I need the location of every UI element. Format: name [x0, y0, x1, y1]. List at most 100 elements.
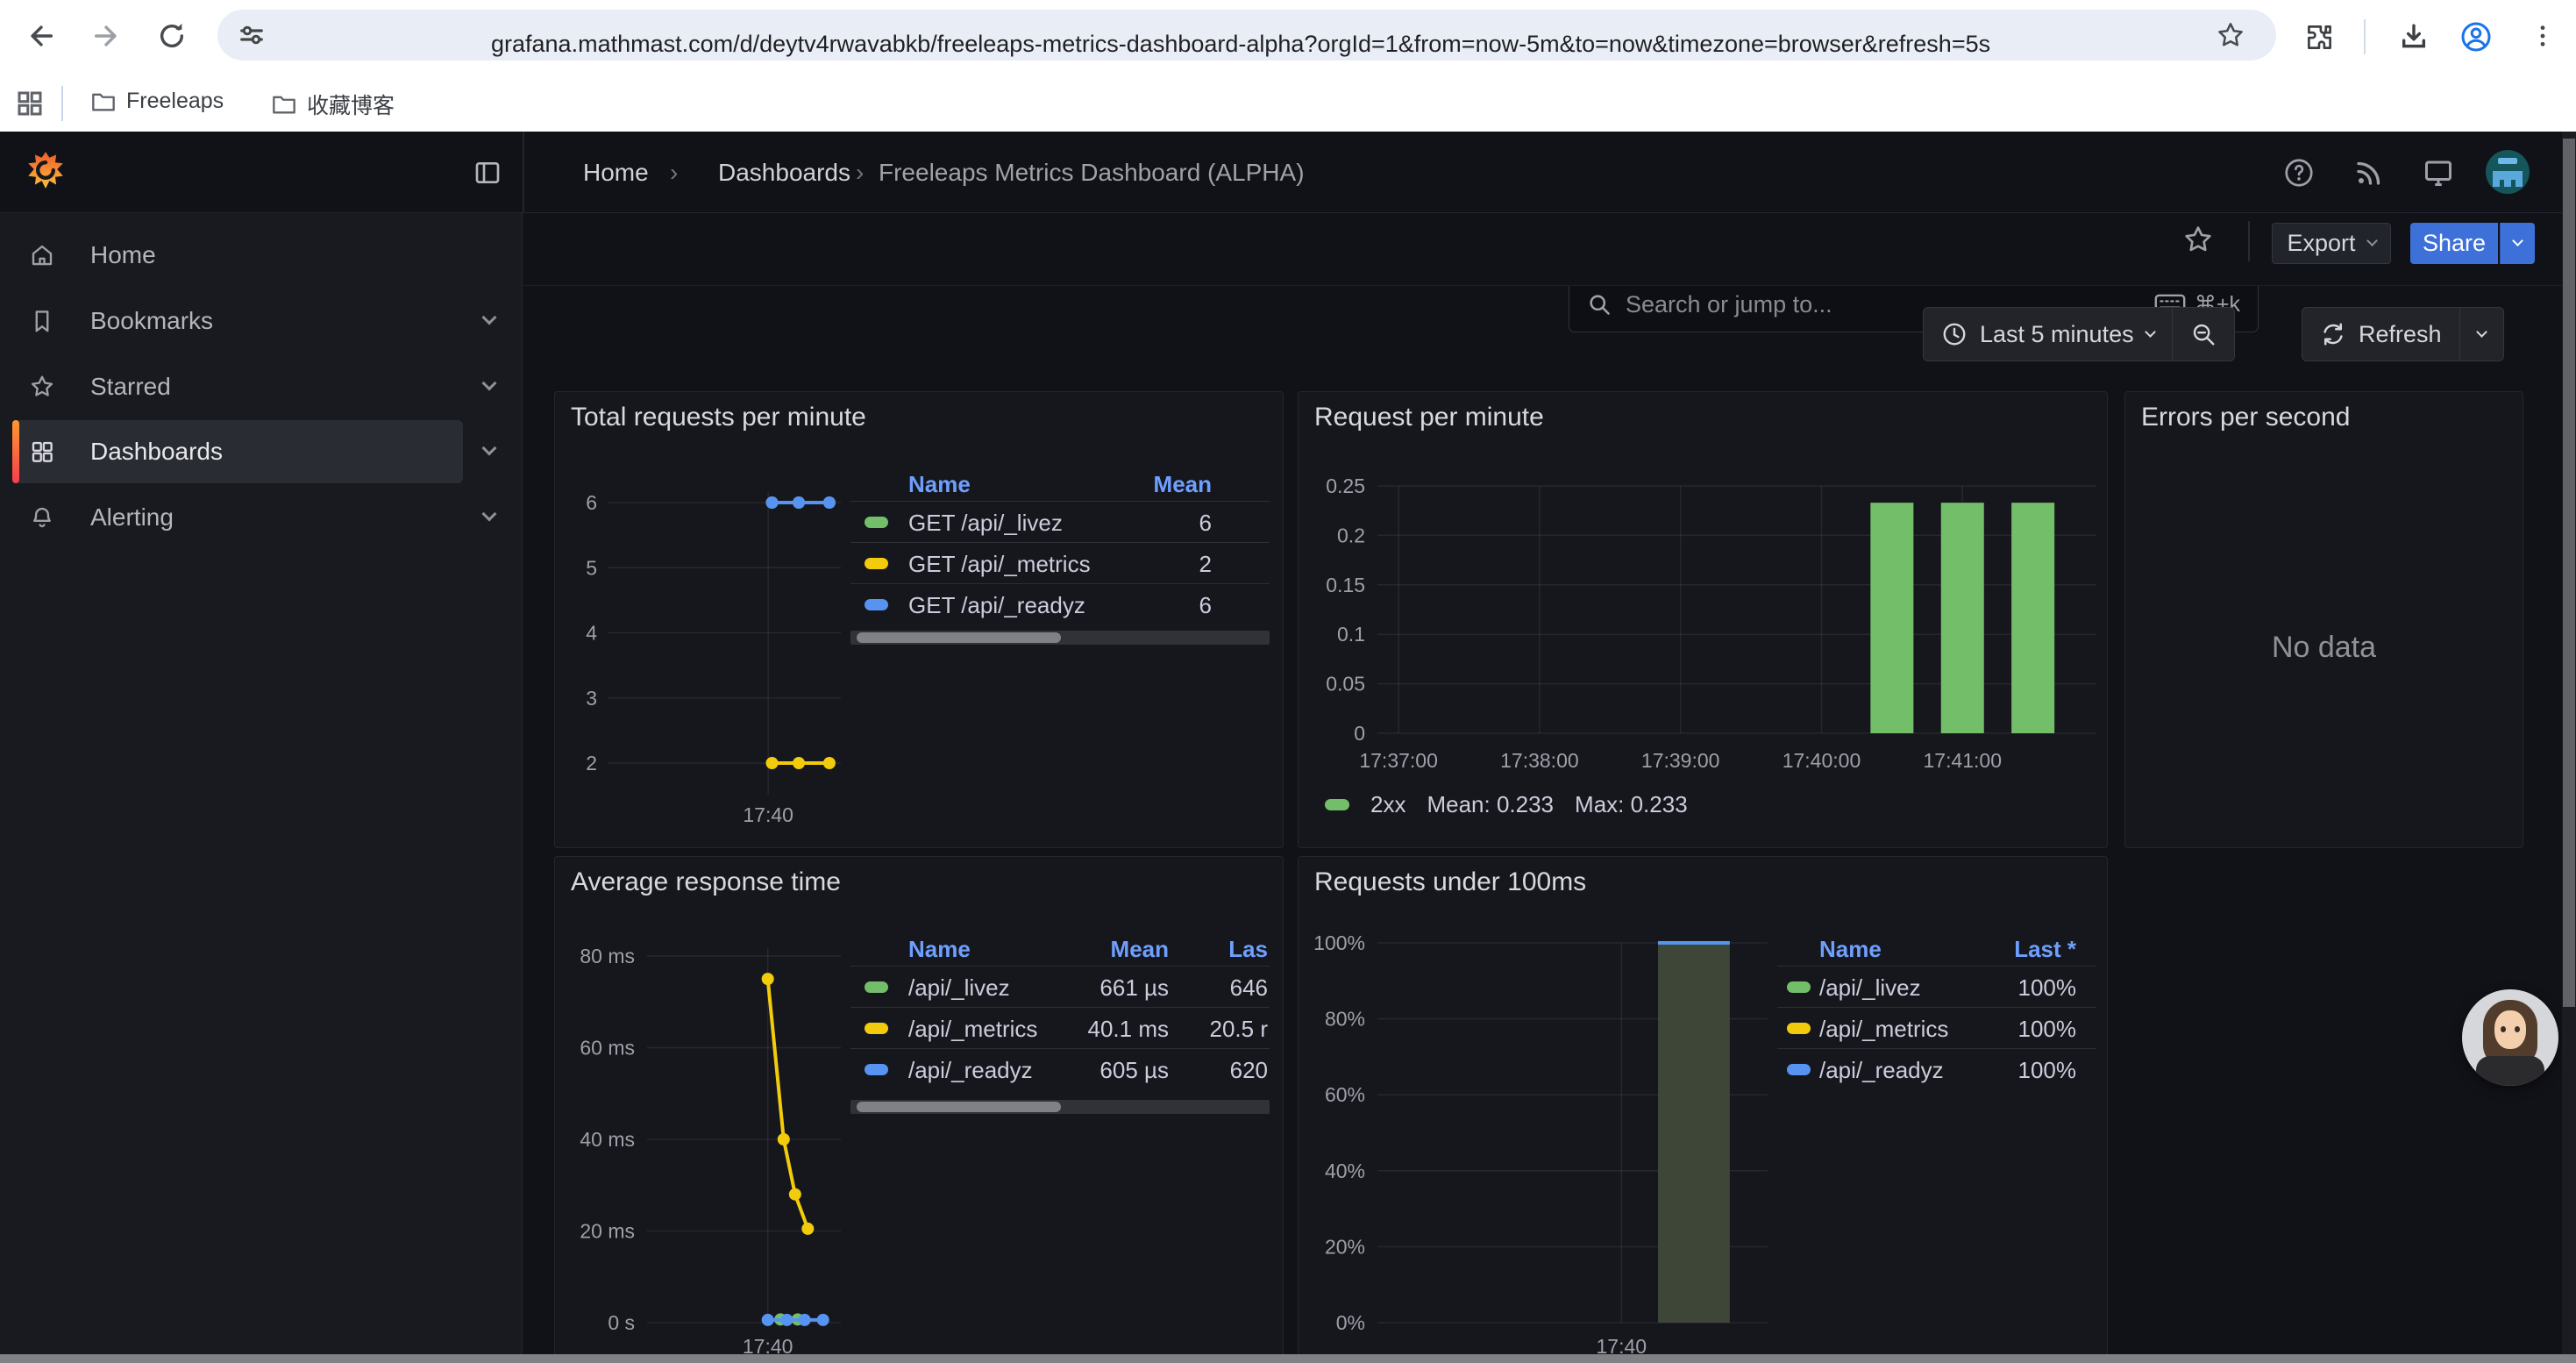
selected-highlight	[12, 420, 463, 483]
col-name[interactable]: Name	[1819, 936, 1882, 963]
svg-text:20 ms: 20 ms	[580, 1220, 635, 1243]
chevron-down-icon[interactable]	[482, 310, 497, 325]
legend-row[interactable]: /api/_livez 100%	[1777, 966, 2096, 1007]
legend-row[interactable]: GET /api/_readyz 6	[850, 583, 1270, 624]
col-last[interactable]: Las	[1228, 936, 1268, 963]
breadcrumb-home[interactable]: Home	[583, 159, 649, 187]
legend-row[interactable]: /api/_metrics 100%	[1777, 1007, 2096, 1048]
profile-icon[interactable]	[2460, 21, 2492, 53]
legend-table: Name Last * /api/_livez 100% /api/_metri…	[1777, 929, 2096, 1089]
time-range-group: Last 5 minutes	[1923, 307, 2235, 361]
col-last[interactable]: Last *	[2014, 936, 2076, 963]
panel-under-100ms: Requests under 100ms 100%80%60%40%20%0%1…	[1298, 856, 2108, 1363]
chevron-down-icon[interactable]	[482, 441, 497, 456]
site-settings-icon[interactable]	[238, 22, 265, 48]
favorite-star-icon[interactable]	[2183, 225, 2213, 254]
omnibox[interactable]	[217, 10, 2276, 61]
breadcrumb-dashboards[interactable]: Dashboards	[718, 159, 850, 187]
bookmark-folder-freeleaps[interactable]: Freeleaps	[91, 89, 224, 114]
browser-menu-icon[interactable]	[2529, 22, 2557, 50]
breadcrumb-current: Freeleaps Metrics Dashboard (ALPHA)	[879, 159, 1305, 187]
svg-text:0: 0	[1354, 722, 1365, 745]
selected-accent-bar	[12, 420, 19, 483]
share-button[interactable]: Share	[2410, 223, 2498, 264]
legend-header: Name Last *	[1777, 929, 2096, 966]
legend-header: Name Mean Las	[850, 929, 1270, 966]
refresh-interval-dropdown[interactable]	[2460, 308, 2503, 360]
legend-row[interactable]: /api/_livez 661 µs 646	[850, 966, 1270, 1007]
series-color-pill	[865, 599, 888, 610]
url-input[interactable]	[491, 31, 2402, 58]
home-icon	[29, 242, 55, 268]
sidebar-item-home[interactable]: Home	[0, 224, 523, 287]
series-color-pill	[1787, 1064, 1811, 1075]
assistant-avatar[interactable]	[2462, 989, 2558, 1086]
sidebar-item-bookmarks[interactable]: Bookmarks	[0, 289, 523, 353]
legend-row[interactable]: GET /api/_livez 6	[850, 501, 1270, 542]
grafana-logo[interactable]	[26, 149, 65, 191]
avatar-face	[2494, 1010, 2526, 1049]
breadcrumb-separator: ›	[856, 159, 864, 187]
dock-menu-icon[interactable]	[473, 159, 502, 187]
svg-text:17:39:00: 17:39:00	[1641, 749, 1720, 772]
avatar-body	[2476, 1056, 2544, 1086]
user-avatar[interactable]	[2486, 150, 2530, 194]
bookmarks-separator	[61, 86, 63, 121]
browser-toolbar	[0, 0, 2576, 74]
time-range-picker[interactable]: Last 5 minutes	[1924, 308, 2172, 360]
zoom-out-icon	[2190, 321, 2217, 347]
download-icon[interactable]	[2399, 22, 2429, 52]
chevron-down-icon	[2512, 235, 2523, 246]
panel-title[interactable]: Errors per second	[2141, 403, 2350, 432]
chevron-down-icon	[2366, 235, 2378, 246]
legend-row[interactable]: /api/_readyz 605 µs 620	[850, 1048, 1270, 1089]
sidebar-item-alerting[interactable]: Alerting	[0, 486, 523, 549]
forward-icon[interactable]	[91, 21, 121, 51]
series-color-pill	[865, 1064, 888, 1075]
svg-text:20%: 20%	[1325, 1235, 1365, 1258]
legend-row[interactable]: /api/_readyz 100%	[1777, 1048, 2096, 1089]
bookmark-folder-blogs[interactable]: 收藏博客	[272, 89, 395, 120]
page-scrollbar-thumb[interactable]	[2563, 139, 2575, 1007]
col-mean[interactable]: Mean	[1111, 936, 1169, 963]
legend-inline[interactable]: 2xx Mean: 0.233 Max: 0.233	[1325, 791, 1688, 818]
sidebar-item-dashboards[interactable]: Dashboards	[0, 420, 523, 483]
svg-text:0.25: 0.25	[1326, 475, 1365, 497]
legend-row[interactable]: /api/_metrics 40.1 ms 20.5 r	[850, 1007, 1270, 1048]
back-icon[interactable]	[26, 21, 56, 51]
svg-text:0.1: 0.1	[1337, 623, 1365, 646]
legend-row[interactable]: GET /api/_metrics 2	[850, 542, 1270, 583]
help-icon[interactable]	[2283, 157, 2315, 189]
series-mean: Mean: 0.233	[1427, 791, 1554, 818]
legend-scrollbar[interactable]	[850, 1100, 1270, 1114]
share-dropdown-button[interactable]	[2500, 223, 2535, 264]
apps-grid-icon[interactable]	[14, 88, 46, 119]
zoom-out-button[interactable]	[2173, 308, 2234, 360]
sidebar-item-starred[interactable]: Starred	[0, 355, 523, 418]
chevron-down-icon[interactable]	[482, 507, 497, 522]
series-color-pill	[1787, 981, 1811, 993]
refresh-icon	[2320, 321, 2346, 347]
series-color-pill	[865, 517, 888, 528]
breadcrumb-separator: ›	[670, 159, 678, 187]
svg-text:4: 4	[586, 622, 597, 645]
chevron-down-icon	[2476, 326, 2487, 338]
chevron-down-icon[interactable]	[482, 376, 497, 391]
col-mean[interactable]: Mean	[1154, 471, 1212, 498]
svg-text:0 s: 0 s	[608, 1311, 635, 1334]
svg-text:60%: 60%	[1325, 1083, 1365, 1106]
kiosk-monitor-icon[interactable]	[2422, 157, 2455, 189]
col-name[interactable]: Name	[908, 471, 971, 498]
svg-text:17:37:00: 17:37:00	[1359, 749, 1438, 772]
horizontal-scrollbar[interactable]	[0, 1354, 2576, 1363]
export-button[interactable]: Export	[2272, 223, 2391, 264]
rss-icon[interactable]	[2353, 157, 2385, 189]
reload-icon[interactable]	[157, 21, 187, 51]
svg-text:0.2: 0.2	[1337, 524, 1365, 546]
col-name[interactable]: Name	[908, 936, 971, 963]
extensions-icon[interactable]	[2304, 22, 2334, 52]
legend-scrollbar[interactable]	[850, 631, 1270, 645]
bookmark-star-icon[interactable]	[2217, 21, 2245, 49]
refresh-button[interactable]: Refresh	[2302, 308, 2459, 360]
panel-avg-response-time: Average response time 80 ms60 ms40 ms20 …	[554, 856, 1284, 1363]
